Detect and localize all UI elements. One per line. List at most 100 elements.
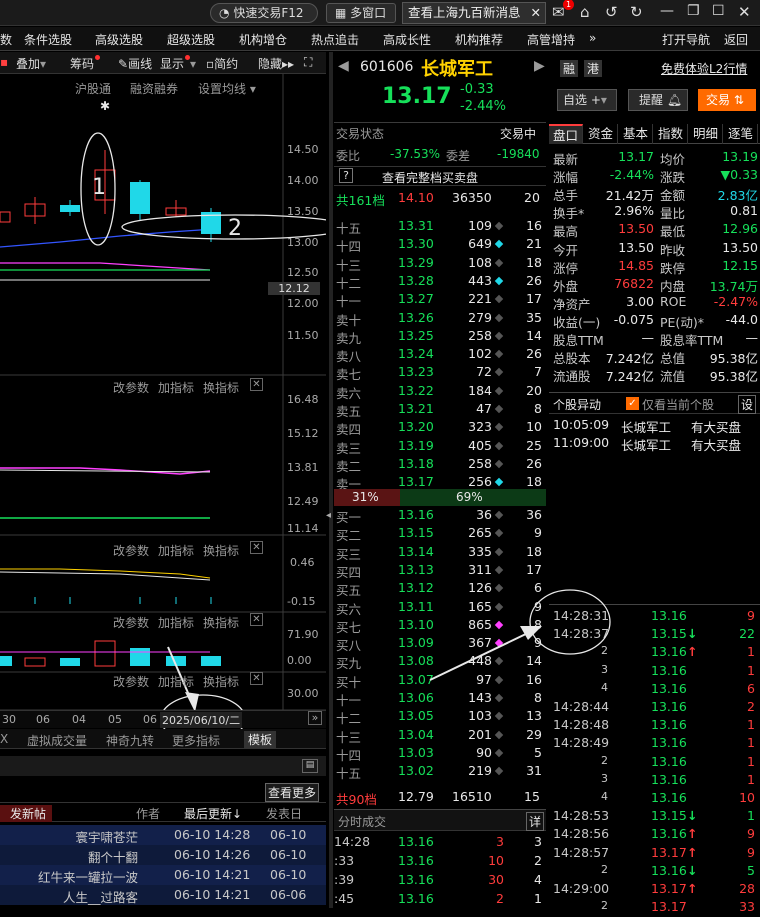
splitter[interactable] <box>329 52 333 908</box>
bid-row[interactable]: 买一 13.16 36 36 <box>334 507 546 525</box>
kline-chart[interactable]: ✱ <box>0 52 326 752</box>
quick-trade-button[interactable]: ◔ 快速交易F12 <box>210 3 318 23</box>
menu-item-growth[interactable]: 高成长性 <box>383 31 431 48</box>
menu-item-nav[interactable]: 打开导航 <box>662 31 710 48</box>
tick-row: 3 13.16 1 <box>551 772 759 790</box>
remind-button[interactable]: 提醒 🔔︎ <box>628 89 688 111</box>
ask-row[interactable]: 卖五 13.21 47 8 <box>334 401 546 419</box>
tab-index[interactable]: 指数 <box>654 124 689 144</box>
ask-row[interactable]: 卖八 13.24 102 26 <box>334 346 546 364</box>
anomaly-settings-button[interactable]: 设 <box>738 395 757 414</box>
close-panel-icon[interactable]: ✕ <box>250 541 263 554</box>
ask-row[interactable]: 十四 13.30 649 21 <box>334 236 546 254</box>
tick-arrow-icon: ↑ <box>687 826 698 842</box>
new-post-button[interactable]: 发新帖 <box>0 805 53 822</box>
ask-row[interactable]: 十一 13.27 221 17 <box>334 291 546 309</box>
bid-row[interactable]: 十四 13.03 90 5 <box>334 745 546 763</box>
ask-row[interactable]: 十五 13.31 109 16 <box>334 218 546 236</box>
view-more-button[interactable]: 查看更多 <box>265 783 320 802</box>
menu-item-advanced[interactable]: 高级选股 <box>95 31 143 48</box>
ask-row[interactable]: 卖七 13.23 72 7 <box>334 364 546 382</box>
candle <box>0 211 11 223</box>
only-current-checkbox[interactable]: ✓ <box>626 397 639 410</box>
tab-detail[interactable]: 明细 <box>689 124 724 144</box>
close-panel-icon[interactable]: ✕ <box>250 672 263 685</box>
mail-icon[interactable]: ✉ 1 <box>552 0 574 21</box>
menu-item-institution[interactable]: 机构增仓 <box>239 31 287 48</box>
scroll-right-icon[interactable]: » <box>308 711 322 725</box>
tick-time: 14:28:57 <box>553 844 610 860</box>
tab-handicap[interactable]: 盘口 <box>549 124 584 144</box>
forum-post-row[interactable]: 红牛来一罐拉一波 06-10 14:21 06-10 <box>0 865 326 885</box>
menu-item-recommend[interactable]: 机构推荐 <box>455 31 503 48</box>
home-icon[interactable]: ⌂ <box>580 3 590 21</box>
bid-row[interactable]: 十三 13.04 201 29 <box>334 727 546 745</box>
collapse-icon[interactable]: ▤ <box>302 759 318 773</box>
sort-updated[interactable]: 最后更新↓ <box>184 805 242 822</box>
tick-time: 14:28:53 <box>553 808 610 824</box>
close-panel-icon[interactable]: ✕ <box>250 378 263 391</box>
edit-params-button[interactable]: 改参数 <box>113 379 149 396</box>
post-posted: 06-10 <box>270 827 307 842</box>
multi-window-button[interactable]: ▦ 多窗口 <box>326 3 396 23</box>
forum-post-row[interactable]: 人生__过路客 06-10 14:21 06-06 <box>0 885 326 905</box>
anomaly-row[interactable]: 11:09:00 长城军工 有大买盘 <box>551 435 759 453</box>
ask-row[interactable]: 十三 13.29 108 18 <box>334 255 546 273</box>
l2-trial-link[interactable]: 免费体验L2行情 <box>661 60 747 77</box>
ask-row[interactable]: 卖二 13.18 258 26 <box>334 456 546 474</box>
menu-item-condition[interactable]: 条件选股 <box>24 31 72 48</box>
notice-tab[interactable]: 查看上海九百新消息 ✕ <box>402 2 546 24</box>
forum-post-row[interactable]: 寰宇啸苍茫 06-10 14:28 06-10 <box>0 825 326 845</box>
bid-row[interactable]: 买二 13.15 265 9 <box>334 525 546 543</box>
bid-row[interactable]: 十二 13.05 103 13 <box>334 708 546 726</box>
tab-tick[interactable]: 逐笔 <box>724 124 759 144</box>
add-indicator-button[interactable]: 加指标 <box>158 379 194 396</box>
margin-tag[interactable]: 融 <box>560 60 579 77</box>
book-label: 卖六 <box>336 385 362 401</box>
detail-button[interactable]: 详 <box>526 812 545 831</box>
maximize-icon[interactable]: ☐ <box>712 3 725 19</box>
bell-icon: 🔔︎ <box>666 93 683 107</box>
menu-item-0[interactable]: 数 <box>0 31 12 48</box>
tick-arrow-icon: ↓ <box>687 808 698 824</box>
close-panel-icon[interactable]: ✕ <box>250 613 263 626</box>
forum-post-row[interactable]: 翻个十翻 06-10 14:26 06-10 <box>0 845 326 865</box>
bid-row[interactable]: 买四 13.13 311 17 <box>334 562 546 580</box>
prev-stock-icon[interactable]: ◀ <box>338 58 349 74</box>
ask-row[interactable]: 卖四 13.20 323 10 <box>334 419 546 437</box>
ask-row[interactable]: 卖十 13.26 279 35 <box>334 310 546 328</box>
bid-row[interactable]: 买三 13.14 335 18 <box>334 544 546 562</box>
menu-item-super[interactable]: 超级选股 <box>167 31 215 48</box>
menu-item-back[interactable]: 返回 <box>724 31 748 48</box>
menu-item-hotspot[interactable]: 热点追击 <box>311 31 359 48</box>
tab-more-indicators[interactable]: 更多指标 <box>172 732 220 749</box>
redo-icon[interactable]: ↻ <box>630 3 643 21</box>
tick-vol: 28 <box>739 881 755 896</box>
book-count: 16 <box>526 218 542 233</box>
watchlist-button[interactable]: 自选 +▾ <box>557 89 617 111</box>
next-stock-icon[interactable]: ▶ <box>534 58 545 74</box>
close-window-icon[interactable]: ✕ <box>738 3 751 21</box>
hk-tag[interactable]: 港 <box>584 60 603 77</box>
close-icon[interactable]: ✕ <box>531 3 541 23</box>
anomaly-row[interactable]: 10:05:09 长城军工 有大买盘 <box>551 417 759 435</box>
bid-row[interactable]: 十五 13.02 219 31 <box>334 763 546 781</box>
ask-row[interactable]: 卖六 13.22 184 20 <box>334 383 546 401</box>
ask-row[interactable]: 卖三 13.19 405 25 <box>334 438 546 456</box>
ask-row[interactable]: 十二 13.28 443 26 <box>334 273 546 291</box>
menu-item-exec[interactable]: 高管增持 <box>527 31 575 48</box>
menu-more-icon[interactable]: » <box>589 31 596 45</box>
splitter-arrow-icon[interactable]: ◂ <box>326 510 331 521</box>
tab-fund[interactable]: 资金 <box>584 124 619 144</box>
minimize-icon[interactable]: — <box>660 3 674 19</box>
tab-virtual-volume[interactable]: 虚拟成交量 <box>27 732 87 749</box>
tab-template[interactable]: 模板 <box>244 731 277 748</box>
swap-indicator-button[interactable]: 换指标 <box>203 379 239 396</box>
undo-icon[interactable]: ↺ <box>605 3 618 21</box>
ask-row[interactable]: 卖九 13.25 258 14 <box>334 328 546 346</box>
tab-magic-nine[interactable]: 神奇九转 <box>106 732 154 749</box>
tab-basic[interactable]: 基本 <box>619 124 654 144</box>
trade-button[interactable]: 交易 ⇅ <box>698 89 756 111</box>
full-book-button[interactable]: ? 查看完整档买卖盘 <box>334 166 546 186</box>
restore-icon[interactable]: ❐ <box>687 3 700 19</box>
